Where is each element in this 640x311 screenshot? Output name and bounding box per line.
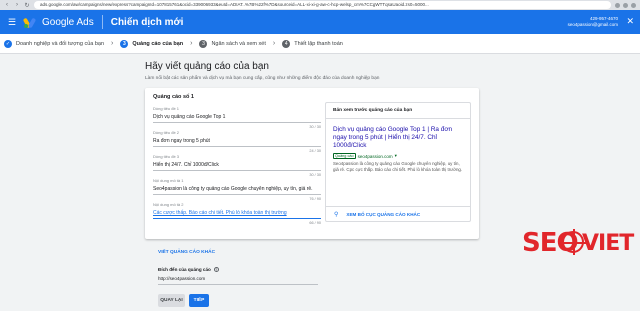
extension-icon[interactable] [623, 2, 628, 8]
account-info[interactable]: 429-957-4670 seo4passion@gmail.com [568, 16, 618, 28]
destination-label-text: Đích đến của quảng cáo [158, 267, 211, 272]
chevron-right-icon: › [190, 40, 193, 47]
step-business[interactable]: ✓ Doanh nghiệp và đối tượng của bạn [4, 39, 105, 48]
chevron-right-icon: › [111, 40, 114, 47]
page-title: Hãy viết quảng cáo của bạn [145, 61, 269, 72]
char-count: 30 / 30 [309, 125, 321, 129]
char-count: 66 / 90 [309, 221, 321, 225]
browser-toolbar: ‹ › ↻ ads.google.com/aw/campaigns/new/ex… [0, 0, 640, 10]
address-bar[interactable]: ads.google.com/aw/campaigns/new/express?… [34, 1, 611, 9]
description-2-field[interactable]: Nội dung mô tả 2 Các cược thấp. Báo cáo … [153, 202, 321, 225]
close-icon[interactable]: ✕ [626, 16, 634, 27]
headline-1-input[interactable]: Dịch vụ quảng cáo Google Top 1 [153, 114, 321, 123]
next-button[interactable]: TIẾP [189, 294, 209, 307]
ad-preview-card: Bản xem trước quảng cáo của bạn Dịch vụ … [325, 102, 471, 222]
progress-stepper: ✓ Doanh nghiệp và đối tượng của bạn › 3 … [0, 34, 640, 54]
headline-3-input[interactable]: Hiển thị 24/7. Chỉ 1000đ/Click [153, 162, 321, 171]
google-ads-logo-icon [22, 16, 37, 29]
preview-heading: Bản xem trước quảng cáo của bạn [326, 103, 470, 119]
field-label: Dòng tiêu đề 2 [153, 130, 180, 135]
step-label: Quảng cáo của bạn [132, 40, 184, 47]
back-arrow-icon[interactable]: ‹ [4, 2, 10, 8]
reload-icon[interactable]: ↻ [24, 2, 30, 9]
headline-1-field[interactable]: Dòng tiêu đề 1 Dịch vụ quảng cáo Google … [153, 106, 321, 129]
help-icon[interactable]: ? [213, 267, 219, 272]
step-label: Thiết lập thanh toán [294, 40, 343, 47]
account-email: seo4passion@gmail.com [567, 22, 618, 27]
step-label: Doanh nghiệp và đối tượng của bạn [16, 40, 105, 47]
back-button[interactable]: QUAY LẠI [158, 294, 185, 307]
crosshair-icon [560, 229, 586, 255]
chevron-right-icon: › [272, 40, 276, 47]
profile-icon[interactable] [631, 2, 636, 8]
write-another-ad-link[interactable]: VIẾT QUẢNG CÁO KHÁC [158, 250, 215, 255]
browser-extension-icons [615, 2, 636, 8]
main-content: Hãy viết quảng cáo của bạn Làm nổi bật c… [0, 55, 640, 311]
more-layouts-button[interactable]: ⚲ XEM BỐ CỤC QUẢNG CÁO KHÁC [326, 206, 470, 221]
campaign-title: Chiến dịch mới [110, 16, 184, 28]
step-label: Ngân sách và xem xét [211, 40, 266, 47]
description-2-input[interactable]: Các cược thấp. Báo cáo chi tiết. Phù lò … [153, 210, 321, 219]
app-header: ☰ Google Ads Chiến dịch mới 429-957-4670… [0, 10, 640, 34]
page-subtitle: Làm nổi bật các sản phẩm và dịch vụ mà b… [145, 76, 380, 81]
ad-card-title: Quảng cáo số 1 [153, 94, 194, 100]
field-label: Nội dung mô tả 2 [153, 202, 184, 207]
headline-2-field[interactable]: Dòng tiêu đề 2 Ra đơn ngay trong 5 phút … [153, 130, 321, 153]
step-number: 4 [282, 39, 291, 48]
char-count: 24 / 30 [309, 149, 321, 153]
forward-arrow-icon[interactable]: › [14, 2, 20, 8]
seoviet-watermark-logo: SEO VIET [522, 225, 640, 265]
ad-editor-card: Quảng cáo số 1 Dòng tiêu đề 1 Dịch vụ qu… [145, 88, 479, 239]
display-url-text: seo4passion.com [357, 153, 393, 159]
char-count: 30 / 30 [309, 173, 321, 177]
preview-description: Seo4passion là công ty quảng cáo Google … [333, 161, 463, 172]
check-icon: ✓ [4, 39, 12, 48]
step-number: 3 [120, 39, 129, 48]
headline-2-input[interactable]: Ra đơn ngay trong 5 phút [153, 138, 321, 147]
menu-icon[interactable]: ☰ [3, 17, 21, 28]
destination-label: Đích đến của quảng cáo ? [158, 267, 219, 272]
char-count: 76 / 90 [309, 197, 321, 201]
field-label: Dòng tiêu đề 3 [153, 154, 180, 159]
step-budget[interactable]: 3 Ngân sách và xem xét [199, 39, 266, 48]
field-label: Nội dung mô tả 1 [153, 178, 184, 183]
step-billing[interactable]: 4 Thiết lập thanh toán [282, 39, 343, 48]
extension-icon[interactable] [615, 2, 620, 8]
dropdown-arrow-icon: ▾ [394, 153, 397, 158]
destination-url-input[interactable]: http://seo4passion.com [158, 276, 318, 285]
more-layouts-label: XEM BỐ CỤC QUẢNG CÁO KHÁC [346, 211, 421, 217]
description-1-input[interactable]: Seo4passion là công ty quảng cáo Google … [153, 186, 321, 195]
field-label: Dòng tiêu đề 1 [153, 106, 180, 111]
logo-text-viet: VIET [582, 231, 634, 256]
step-number: 3 [199, 39, 208, 48]
headline-3-field[interactable]: Dòng tiêu đề 3 Hiển thị 24/7. Chỉ 1000đ/… [153, 154, 321, 177]
step-your-ads[interactable]: 3 Quảng cáo của bạn [120, 39, 184, 48]
preview-display-url: Quảng cáo seo4passion.com ▾ [333, 153, 463, 159]
description-1-field[interactable]: Nội dung mô tả 1 Seo4passion là công ty … [153, 178, 321, 201]
ad-badge: Quảng cáo [333, 153, 356, 159]
app-name: Google Ads [42, 16, 94, 28]
search-icon: ⚲ [334, 211, 339, 218]
header-divider [101, 15, 103, 29]
preview-headline: Dịch vụ quảng cáo Google Top 1 | Ra đơn … [333, 126, 453, 149]
